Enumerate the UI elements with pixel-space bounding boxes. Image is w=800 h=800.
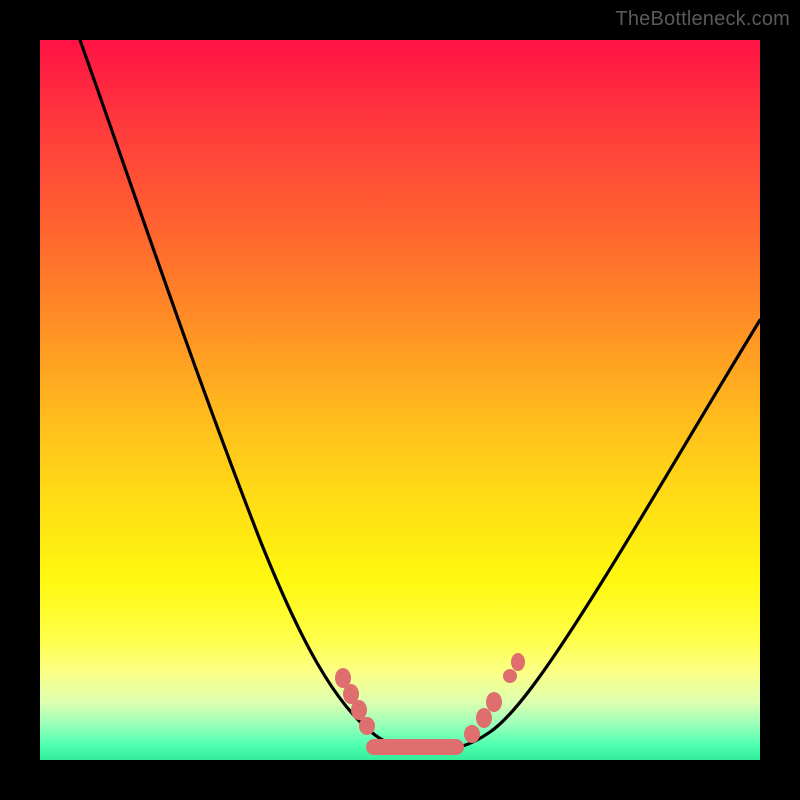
- curve-layer: [40, 40, 760, 760]
- plot-area: [40, 40, 760, 760]
- bottleneck-curve: [80, 40, 760, 750]
- watermark-text: TheBottleneck.com: [615, 8, 790, 31]
- chart-frame: TheBottleneck.com: [0, 0, 800, 800]
